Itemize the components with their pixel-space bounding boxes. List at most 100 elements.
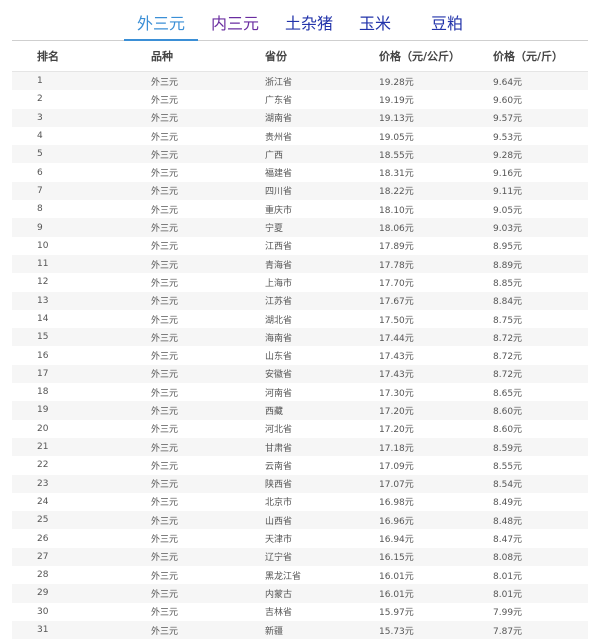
price-jin-cell: 8.01元: [468, 584, 588, 603]
table-row: 14 外三元 湖北省 17.50元 8.75元: [12, 309, 588, 329]
table-row: 21 外三元 甘肃省 17.18元 8.59元: [12, 437, 588, 457]
price-jin-cell: 8.60元: [468, 401, 588, 420]
variety-cell: 外三元: [126, 254, 240, 274]
price-kg-cell: 17.09元: [354, 456, 468, 475]
table-row: 6 外三元 福建省 18.31元 9.16元: [12, 163, 588, 182]
price-kg-cell: 17.70元: [354, 273, 468, 292]
price-jin-cell: 8.72元: [468, 346, 588, 365]
price-jin-cell: 8.85元: [468, 273, 588, 292]
table-row: 7 外三元 四川省 18.22元 9.11元: [12, 181, 588, 201]
variety-cell: 外三元: [126, 346, 240, 365]
variety-cell: 外三元: [126, 71, 240, 91]
price-jin-cell: 8.89元: [468, 254, 588, 274]
variety-cell: 外三元: [126, 145, 240, 164]
header-province: 省份: [240, 41, 354, 72]
table-row: 2 外三元 广东省 19.19元 9.60元: [12, 90, 588, 109]
price-jin-cell: 9.03元: [468, 218, 588, 237]
province-cell: 山西省: [240, 511, 354, 530]
rank-cell: 28: [12, 566, 126, 585]
rank-cell: 29: [12, 584, 126, 603]
variety-cell: 外三元: [126, 273, 240, 292]
variety-cell: 外三元: [126, 419, 240, 438]
price-jin-cell: 8.47元: [468, 529, 588, 548]
price-kg-cell: 19.19元: [354, 90, 468, 109]
price-jin-cell: 8.60元: [468, 419, 588, 438]
price-kg-cell: 17.43元: [354, 364, 468, 384]
province-cell: 新疆: [240, 620, 354, 640]
price-kg-cell: 17.50元: [354, 309, 468, 329]
price-jin-cell: 8.08元: [468, 547, 588, 567]
variety-cell: 外三元: [126, 200, 240, 219]
province-cell: 吉林省: [240, 602, 354, 621]
province-cell: 安徽省: [240, 364, 354, 384]
table-row: 13 外三元 江苏省 17.67元 8.84元: [12, 291, 588, 310]
rank-cell: 15: [12, 328, 126, 347]
variety-cell: 外三元: [126, 328, 240, 347]
price-kg-cell: 19.05元: [354, 126, 468, 146]
price-kg-cell: 17.89元: [354, 236, 468, 255]
rank-cell: 8: [12, 200, 126, 219]
price-kg-cell: 16.01元: [354, 584, 468, 603]
province-cell: 河北省: [240, 419, 354, 438]
province-cell: 天津市: [240, 529, 354, 548]
table-row: 25 外三元 山西省 16.96元 8.48元: [12, 511, 588, 530]
variety-cell: 外三元: [126, 236, 240, 255]
table-row: 24 外三元 北京市 16.98元 8.49元: [12, 492, 588, 512]
table-row: 23 外三元 陕西省 17.07元 8.54元: [12, 474, 588, 493]
price-jin-cell: 8.48元: [468, 511, 588, 530]
table-row: 29 外三元 内蒙古 16.01元 8.01元: [12, 584, 588, 603]
table-row: 17 外三元 安徽省 17.43元 8.72元: [12, 364, 588, 384]
rank-cell: 23: [12, 474, 126, 493]
province-cell: 湖北省: [240, 309, 354, 329]
rank-cell: 11: [12, 254, 126, 274]
price-jin-cell: 7.99元: [468, 602, 588, 621]
rank-cell: 24: [12, 492, 126, 512]
table-row: 30 外三元 吉林省 15.97元 7.99元: [12, 602, 588, 621]
price-kg-cell: 15.97元: [354, 602, 468, 621]
variety-cell: 外三元: [126, 90, 240, 109]
header-rank: 排名: [12, 41, 126, 72]
rank-cell: 3: [12, 108, 126, 127]
variety-cell: 外三元: [126, 383, 240, 402]
province-cell: 河南省: [240, 383, 354, 402]
variety-cell: 外三元: [126, 492, 240, 512]
price-kg-cell: 17.67元: [354, 291, 468, 310]
province-cell: 四川省: [240, 181, 354, 201]
header-variety: 品种: [126, 41, 240, 72]
rank-cell: 31: [12, 620, 126, 640]
rank-cell: 20: [12, 419, 126, 438]
tab-tu-za-zhu[interactable]: 土杂猪: [272, 14, 346, 40]
tab-bar: 外三元 内三元 土杂猪 玉米 豆粕: [0, 0, 600, 41]
price-kg-cell: 17.20元: [354, 419, 468, 438]
province-cell: 上海市: [240, 273, 354, 292]
tab-dou-po[interactable]: 豆粕: [418, 14, 476, 40]
rank-cell: 4: [12, 126, 126, 146]
variety-cell: 外三元: [126, 163, 240, 182]
price-jin-cell: 8.95元: [468, 236, 588, 255]
price-kg-cell: 17.30元: [354, 383, 468, 402]
price-jin-cell: 8.75元: [468, 309, 588, 329]
province-cell: 辽宁省: [240, 547, 354, 567]
rank-cell: 5: [12, 145, 126, 164]
price-kg-cell: 18.22元: [354, 181, 468, 201]
price-kg-cell: 16.01元: [354, 566, 468, 585]
price-kg-cell: 16.98元: [354, 492, 468, 512]
province-cell: 内蒙古: [240, 584, 354, 603]
rank-cell: 22: [12, 456, 126, 475]
price-jin-cell: 9.53元: [468, 126, 588, 146]
price-kg-cell: 18.10元: [354, 200, 468, 219]
variety-cell: 外三元: [126, 529, 240, 548]
price-jin-cell: 8.59元: [468, 437, 588, 457]
tab-nei-san-yuan[interactable]: 内三元: [198, 14, 272, 40]
price-jin-cell: 7.87元: [468, 620, 588, 640]
table-row: 8 外三元 重庆市 18.10元 9.05元: [12, 200, 588, 219]
table-row: 4 外三元 贵州省 19.05元 9.53元: [12, 126, 588, 146]
province-cell: 湖南省: [240, 108, 354, 127]
price-jin-cell: 9.11元: [468, 181, 588, 201]
table-row: 10 外三元 江西省 17.89元 8.95元: [12, 236, 588, 255]
rank-cell: 21: [12, 437, 126, 457]
tab-wai-san-yuan[interactable]: 外三元: [123, 14, 198, 41]
variety-cell: 外三元: [126, 126, 240, 146]
header-price-jin: 价格（元/斤）: [468, 41, 588, 72]
tab-yu-mi[interactable]: 玉米: [346, 14, 404, 40]
